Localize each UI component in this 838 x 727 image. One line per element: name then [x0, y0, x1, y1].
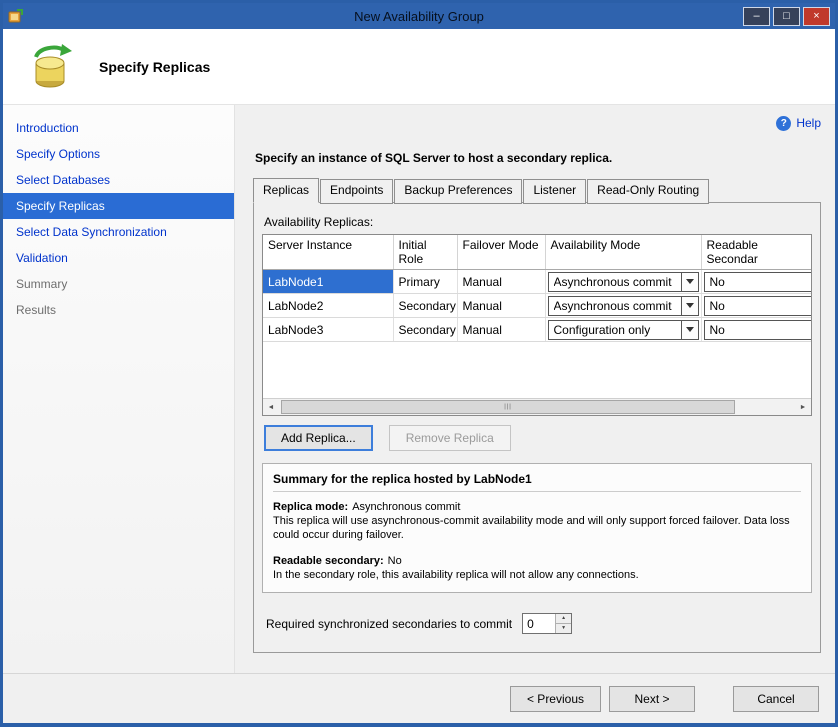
remove-replica-button: Remove Replica: [389, 425, 511, 451]
replicas-grid: Server Instance Initial Role Failover Mo…: [262, 234, 812, 416]
window-title: New Availability Group: [3, 9, 835, 24]
sidebar-item-introduction[interactable]: Introduction: [3, 115, 234, 141]
add-replica-button[interactable]: Add Replica...: [264, 425, 373, 451]
readable-secondary-description: In the secondary role, this availability…: [273, 569, 793, 583]
grid-empty-area: [263, 342, 811, 398]
cell-server-instance[interactable]: LabNode3: [263, 318, 393, 342]
readable-secondary-dropdown[interactable]: No: [704, 272, 812, 292]
required-secondaries-label: Required synchronized secondaries to com…: [266, 617, 512, 631]
tab-listener[interactable]: Listener: [523, 179, 586, 204]
tab-replicas[interactable]: Replicas: [253, 178, 319, 203]
scrollbar-thumb[interactable]: |||: [281, 400, 735, 414]
readable-secondary-value: No: [388, 555, 402, 567]
wizard-header: Specify Replicas: [3, 29, 835, 105]
availability-mode-dropdown[interactable]: Asynchronous commit: [548, 272, 699, 292]
cell-failover-mode[interactable]: Manual: [457, 294, 545, 318]
replica-mode-line: Replica mode: Asynchronous commit: [273, 501, 801, 513]
readable-secondary-dropdown[interactable]: No: [704, 320, 812, 340]
spin-down-icon[interactable]: ▼: [556, 624, 571, 633]
scrollbar-track[interactable]: |||: [279, 399, 795, 415]
sidebar-item-validation[interactable]: Validation: [3, 245, 234, 271]
cell-failover-mode[interactable]: Manual: [457, 318, 545, 342]
close-button[interactable]: ×: [803, 7, 830, 26]
cell-availability-mode: Asynchronous commit: [545, 294, 701, 318]
cell-initial-role[interactable]: Primary: [393, 270, 457, 294]
help-row: ? Help: [249, 113, 821, 133]
minimize-button[interactable]: –: [743, 7, 770, 26]
replica-mode-description: This replica will use asynchronous-commi…: [273, 515, 793, 543]
tab-read-only-routing[interactable]: Read-Only Routing: [587, 179, 709, 204]
readable-secondary-label: Readable secondary:: [273, 555, 384, 567]
table-row: LabNode1 Primary Manual Asynchronous com…: [263, 270, 811, 294]
sidebar-item-specify-replicas[interactable]: Specify Replicas: [3, 193, 234, 219]
cell-readable-secondary: No: [701, 318, 811, 342]
replicas-tab-panel: Availability Replicas: Server Instance I…: [253, 202, 821, 653]
summary-title: Summary for the replica hosted by LabNod…: [273, 472, 801, 492]
spinner-buttons: ▲ ▼: [555, 614, 571, 633]
sidebar-item-results: Results: [3, 297, 234, 323]
sidebar-item-summary: Summary: [3, 271, 234, 297]
table-row: LabNode2 Secondary Manual Asynchronous c…: [263, 294, 811, 318]
next-button[interactable]: Next >: [609, 686, 695, 712]
help-icon: ?: [776, 116, 791, 131]
column-header-initial-role: Initial Role: [393, 235, 457, 270]
tab-endpoints[interactable]: Endpoints: [320, 179, 393, 204]
chevron-down-icon: [681, 321, 698, 339]
grid-buttons: Add Replica... Remove Replica: [264, 425, 812, 451]
page-instruction: Specify an instance of SQL Server to hos…: [255, 151, 821, 165]
previous-button[interactable]: < Previous: [510, 686, 601, 712]
cell-server-instance[interactable]: LabNode2: [263, 294, 393, 318]
help-link[interactable]: Help: [796, 116, 821, 130]
availability-mode-dropdown[interactable]: Configuration only: [548, 320, 699, 340]
app-icon: [8, 8, 24, 24]
maximize-button[interactable]: □: [773, 7, 800, 26]
availability-replicas-label: Availability Replicas:: [264, 215, 812, 229]
replicas-database-icon: [29, 43, 77, 91]
main-content: ? Help Specify an instance of SQL Server…: [235, 105, 838, 673]
required-secondaries-row: Required synchronized secondaries to com…: [266, 613, 812, 634]
cell-initial-role[interactable]: Secondary: [393, 318, 457, 342]
column-header-readable-secondary: Readable Secondar: [701, 235, 811, 270]
chevron-down-icon: [681, 297, 698, 315]
spin-up-icon[interactable]: ▲: [556, 614, 571, 624]
cell-readable-secondary: No: [701, 270, 811, 294]
page-title: Specify Replicas: [99, 59, 210, 75]
sidebar-item-select-databases[interactable]: Select Databases: [3, 167, 234, 193]
cancel-button[interactable]: Cancel: [733, 686, 819, 712]
column-header-availability-mode: Availability Mode: [545, 235, 701, 270]
replica-mode-value: Asynchronous commit: [352, 501, 460, 513]
sidebar-item-select-data-synchronization[interactable]: Select Data Synchronization: [3, 219, 234, 245]
cell-failover-mode[interactable]: Manual: [457, 270, 545, 294]
availability-mode-dropdown[interactable]: Asynchronous commit: [548, 296, 699, 316]
cell-server-instance[interactable]: LabNode1: [263, 270, 393, 294]
horizontal-scrollbar: ◄ ||| ►: [263, 398, 811, 415]
readable-secondary-line: Readable secondary: No: [273, 555, 801, 567]
required-secondaries-input[interactable]: [523, 614, 555, 633]
replica-mode-label: Replica mode:: [273, 501, 348, 513]
replica-summary-box: Summary for the replica hosted by LabNod…: [262, 463, 812, 593]
cell-initial-role[interactable]: Secondary: [393, 294, 457, 318]
cell-availability-mode: Configuration only: [545, 318, 701, 342]
column-header-failover-mode: Failover Mode: [457, 235, 545, 270]
titlebar: New Availability Group – □ ×: [3, 3, 835, 29]
wizard-body: Introduction Specify Options Select Data…: [3, 105, 835, 673]
readable-secondary-dropdown[interactable]: No: [704, 296, 812, 316]
sidebar-item-specify-options[interactable]: Specify Options: [3, 141, 234, 167]
tab-backup-preferences[interactable]: Backup Preferences: [394, 179, 522, 204]
wizard-steps-sidebar: Introduction Specify Options Select Data…: [3, 105, 235, 673]
new-availability-group-window: New Availability Group – □ × Specify Rep…: [0, 0, 838, 727]
tab-strip: Replicas Endpoints Backup Preferences Li…: [253, 177, 821, 202]
scroll-left-icon[interactable]: ◄: [263, 399, 279, 415]
cell-availability-mode: Asynchronous commit: [545, 270, 701, 294]
window-controls: – □ ×: [743, 7, 830, 26]
cell-readable-secondary: No: [701, 294, 811, 318]
grid-header-row: Server Instance Initial Role Failover Mo…: [263, 235, 811, 270]
scroll-right-icon[interactable]: ►: [795, 399, 811, 415]
required-secondaries-spinner: ▲ ▼: [522, 613, 572, 634]
wizard-footer: < Previous Next > Cancel: [3, 673, 835, 723]
table-row: LabNode3 Secondary Manual Configuration …: [263, 318, 811, 342]
chevron-down-icon: [681, 273, 698, 291]
column-header-server-instance: Server Instance: [263, 235, 393, 270]
